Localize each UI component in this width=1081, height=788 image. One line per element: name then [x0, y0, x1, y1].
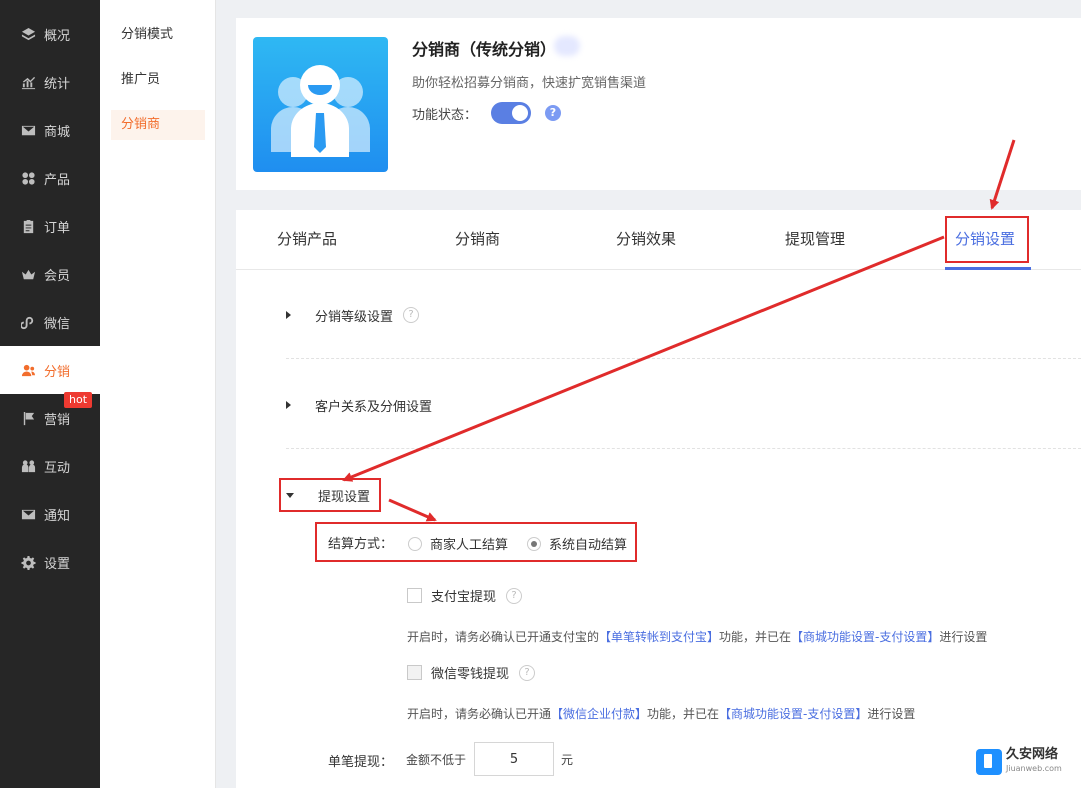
collapse-arrow-icon [286, 492, 294, 498]
min-amount-prefix: 金额不低于 [406, 753, 467, 767]
toggle-knob [512, 105, 528, 121]
tab-products[interactable]: 分销产品 [277, 228, 337, 249]
blurred-region [554, 36, 580, 56]
divider [286, 358, 1081, 359]
question-icon[interactable]: ? [506, 587, 523, 604]
watermark-logo-icon [976, 749, 1002, 775]
nav-item-stats[interactable]: 统计 [0, 58, 100, 106]
page-description: 助你轻松招募分销商，快速扩宽销售渠道 [412, 76, 647, 91]
nav-item-distribution[interactable]: 分销 [0, 346, 100, 394]
nav-item-overview[interactable]: 概况 [0, 10, 100, 58]
alipay-withdraw-option: 支付宝提现 ? [407, 586, 523, 605]
section-relation-settings[interactable]: 客户关系及分佣设置 [286, 395, 432, 415]
flag-icon [20, 410, 36, 426]
nav-item-settings[interactable]: 设置 [0, 538, 100, 586]
min-withdraw-input[interactable] [474, 742, 554, 776]
feature-header: 分销商（传统分销） 助你轻松招募分销商，快速扩宽销售渠道 功能状态： ? [236, 18, 1081, 190]
nav-item-members[interactable]: 会员 [0, 250, 100, 298]
section-withdraw-settings[interactable]: 提现设置 [286, 485, 370, 505]
radio-auto-settle[interactable]: 系统自动结算 [527, 534, 627, 553]
tab-settings[interactable]: 分销设置 [955, 228, 1015, 249]
help-icon[interactable]: ? [545, 105, 561, 121]
radio-circle-checked [527, 536, 541, 551]
tab-withdraw-manage[interactable]: 提现管理 [785, 228, 845, 249]
wechat-payment-link[interactable]: 【微信企业付款】 [551, 707, 647, 721]
hot-badge: hot [64, 392, 93, 408]
gear-icon [20, 554, 36, 570]
distributor-logo-icon [253, 37, 388, 172]
envelope-icon [20, 506, 36, 522]
expand-arrow-icon [286, 311, 291, 319]
tab-distributors[interactable]: 分销商 [455, 228, 500, 249]
grid-icon [20, 170, 36, 186]
question-icon[interactable]: ? [403, 307, 420, 323]
tab-effect[interactable]: 分销效果 [616, 228, 676, 249]
watermark-site: Jiuanweb.com [1006, 764, 1062, 773]
nav-item-mall[interactable]: 商城 [0, 106, 100, 154]
radio-circle [408, 536, 422, 551]
wechat-hint: 开启时，请务必确认已开通【微信企业付款】功能，并已在【商城功能设置-支付设置】进… [407, 707, 916, 721]
active-tab-indicator [945, 267, 1031, 270]
payment-settings-link[interactable]: 【商城功能设置-支付设置】 [791, 630, 939, 644]
subnav-item-promoter[interactable]: 推广员 [111, 65, 205, 95]
alipay-transfer-link[interactable]: 【单笔转帐到支付宝】 [599, 630, 719, 644]
clipboard-icon [20, 218, 36, 234]
link-icon [20, 314, 36, 330]
nav-item-notify[interactable]: 通知 [0, 490, 100, 538]
layers-icon [20, 26, 36, 42]
watermark: 久安网络 Jiuanweb.com [976, 748, 1062, 776]
currency-unit: 元 [561, 753, 574, 767]
min-withdraw-label: 单笔提现： [328, 755, 394, 770]
nav-item-interaction[interactable]: 互动 [0, 442, 100, 490]
tab-bar: 分销产品 分销商 分销效果 提现管理 分销设置 [236, 210, 1081, 270]
expand-arrow-icon [286, 401, 291, 409]
people-icon [20, 458, 36, 474]
user-icon [20, 362, 36, 378]
section-level-settings[interactable]: 分销等级设置 ? [286, 305, 420, 325]
wechat-checkbox[interactable] [407, 665, 422, 680]
question-icon[interactable]: ? [519, 664, 536, 681]
subnav-item-distributor[interactable]: 分销商 [111, 110, 205, 140]
page-title: 分销商（传统分销） [412, 40, 557, 59]
crown-icon [20, 266, 36, 282]
nav-item-orders[interactable]: 订单 [0, 202, 100, 250]
wechat-withdraw-option: 微信零钱提现 ? [407, 663, 536, 682]
feature-status-toggle[interactable] [491, 102, 531, 124]
settle-method-label: 结算方式： [328, 537, 394, 552]
chart-icon [20, 74, 36, 90]
status-label: 功能状态： [412, 108, 478, 123]
nav-item-products[interactable]: 产品 [0, 154, 100, 202]
settings-panel: 分销产品 分销商 分销效果 提现管理 分销设置 分销等级设置 ? 客户关系及分佣… [236, 210, 1081, 788]
watermark-name: 久安网络 [1006, 747, 1059, 762]
alipay-hint: 开启时，请务必确认已开通支付宝的【单笔转帐到支付宝】功能，并已在【商城功能设置-… [407, 630, 988, 644]
divider [286, 448, 1081, 449]
nav-item-wechat[interactable]: 微信 [0, 298, 100, 346]
payment-settings-link[interactable]: 【商城功能设置-支付设置】 [719, 707, 867, 721]
alipay-checkbox[interactable] [407, 588, 422, 603]
subnav-item-mode[interactable]: 分销模式 [111, 20, 205, 50]
radio-manual-settle[interactable]: 商家人工结算 [408, 534, 508, 553]
mail-icon [20, 122, 36, 138]
sub-nav: 分销模式 推广员 分销商 [100, 0, 216, 788]
